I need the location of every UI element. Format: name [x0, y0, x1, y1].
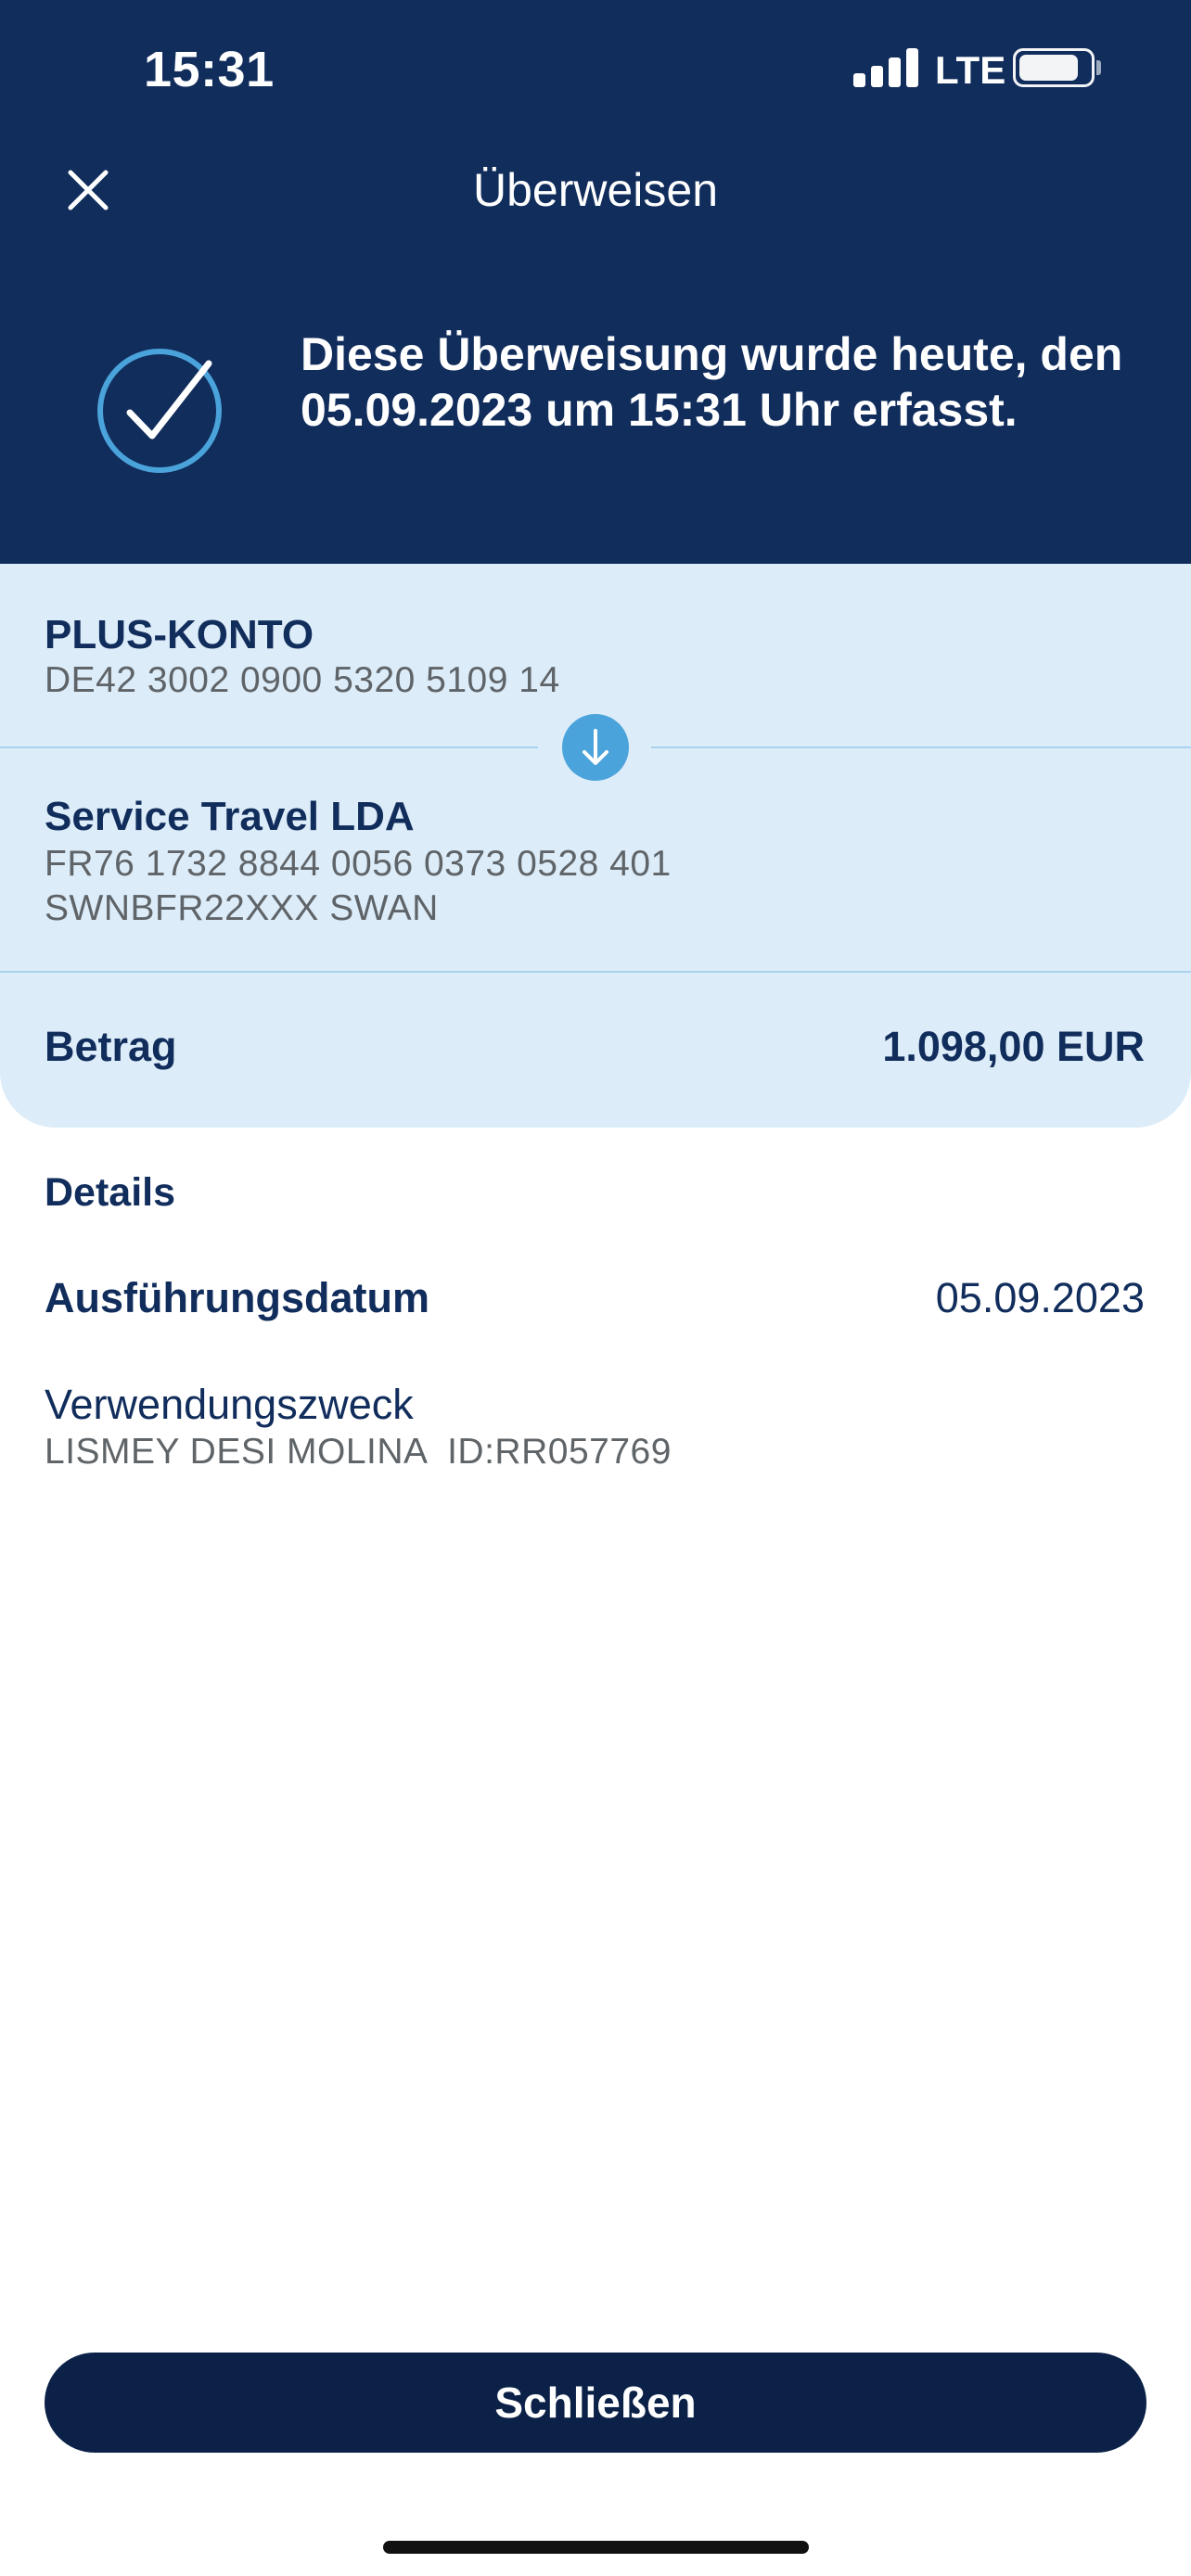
purpose-value: LISMEY DESI MOLINA ID:RR057769 — [45, 1432, 672, 1472]
recipient-name: Service Travel LDA — [45, 794, 415, 839]
status-time: 15:31 — [144, 42, 275, 97]
sender-name: PLUS-KONTO — [45, 612, 314, 657]
execution-date-label: Ausführungsdatum — [45, 1274, 429, 1321]
confirmation-message: Diese Überweisung wurde heute, den 05.09… — [301, 328, 1123, 436]
transfer-summary: PLUS-KONTO DE42 3002 0900 5320 5109 14 S… — [0, 564, 1191, 1128]
purpose-label: Verwendungszweck — [45, 1381, 414, 1428]
network-label: LTE — [935, 48, 1006, 92]
amount-label: Betrag — [45, 1023, 177, 1070]
execution-date-value: 05.09.2023 — [935, 1274, 1145, 1321]
details-heading: Details — [45, 1170, 176, 1215]
recipient-iban: FR76 1732 8844 0056 0373 0528 401 — [45, 844, 672, 884]
divider — [651, 746, 1191, 748]
battery-tip — [1096, 60, 1101, 75]
battery-icon — [1013, 48, 1095, 87]
arrow-down-icon — [562, 714, 629, 781]
recipient-bic: SWNBFR22XXX SWAN — [45, 888, 439, 928]
page-title: Überweisen — [472, 164, 718, 216]
amount-value: 1.098,00 EUR — [882, 1023, 1145, 1070]
signal-icon — [853, 46, 920, 87]
close-button[interactable]: Schließen — [45, 2353, 1146, 2453]
sender-iban: DE42 3002 0900 5320 5109 14 — [45, 660, 560, 700]
check-circle-icon — [93, 343, 227, 478]
divider — [0, 971, 1191, 973]
header: 15:31 LTE Überweisen Diese Überweisung w… — [0, 0, 1191, 564]
divider — [0, 746, 538, 748]
close-button-label: Schließen — [494, 2378, 697, 2427]
home-indicator[interactable] — [383, 2541, 809, 2554]
